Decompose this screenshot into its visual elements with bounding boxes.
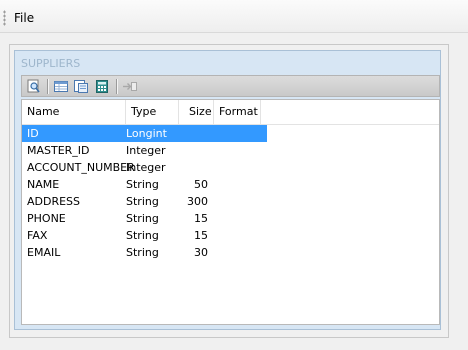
table-row[interactable]: PHONE String 15 [22, 210, 267, 227]
toolbar-separator [47, 79, 48, 94]
column-header-size[interactable]: Size [179, 100, 214, 124]
menu-grip-handle[interactable] [3, 10, 6, 26]
form-view-icon[interactable] [73, 79, 89, 94]
field-type: String [126, 195, 159, 208]
column-header-name[interactable]: Name [22, 100, 126, 124]
menu-file[interactable]: File [14, 11, 34, 25]
field-name: ACCOUNT_NUMBER [27, 161, 135, 174]
field-name: FAX [27, 229, 48, 242]
field-type: Integer [126, 144, 166, 157]
field-type: String [126, 178, 159, 191]
panel-title: SUPPLIERS [21, 57, 81, 70]
preview-icon[interactable] [26, 79, 42, 94]
menu-bar: File [0, 0, 468, 33]
field-type: String [126, 229, 159, 242]
field-type: String [126, 246, 159, 259]
field-name: NAME [27, 178, 60, 191]
field-type: Integer [126, 161, 166, 174]
goto-field-icon[interactable] [122, 79, 138, 94]
table-row[interactable]: ACCOUNT_NUMBER Integer [22, 159, 267, 176]
table-row[interactable]: EMAIL String 30 [22, 244, 267, 261]
toolbar [21, 75, 440, 97]
table-row[interactable]: MASTER_ID Integer [22, 142, 267, 159]
toolbar-separator [116, 79, 117, 94]
table-view-icon[interactable] [53, 79, 69, 94]
table-row[interactable]: NAME String 50 [22, 176, 267, 193]
field-size: 50 [194, 178, 208, 191]
field-size: 15 [194, 212, 208, 225]
field-type: Longint [126, 127, 167, 140]
calculator-icon[interactable] [94, 79, 110, 94]
field-size [177, 159, 208, 176]
field-name: ID [27, 127, 39, 140]
field-size [177, 142, 208, 159]
field-name: EMAIL [27, 246, 61, 259]
field-name: MASTER_ID [27, 144, 90, 157]
fields-grid[interactable]: Name Type Size Format ID Longint MASTER_… [21, 99, 440, 325]
grid-header: Name Type Size Format [22, 100, 439, 125]
field-size: 300 [187, 195, 208, 208]
field-size: 30 [194, 246, 208, 259]
field-name: PHONE [27, 212, 66, 225]
field-name: ADDRESS [27, 195, 81, 208]
table-row[interactable]: FAX String 15 [22, 227, 267, 244]
column-header-format[interactable]: Format [214, 100, 261, 124]
table-row[interactable]: ID Longint [22, 125, 267, 142]
suppliers-panel: SUPPLIERS Name Type Size Format ID Longi… [14, 50, 441, 330]
field-size [177, 125, 208, 142]
table-row[interactable]: ADDRESS String 300 [22, 193, 267, 210]
field-size: 15 [194, 229, 208, 242]
field-type: String [126, 212, 159, 225]
column-header-type[interactable]: Type [126, 100, 179, 124]
